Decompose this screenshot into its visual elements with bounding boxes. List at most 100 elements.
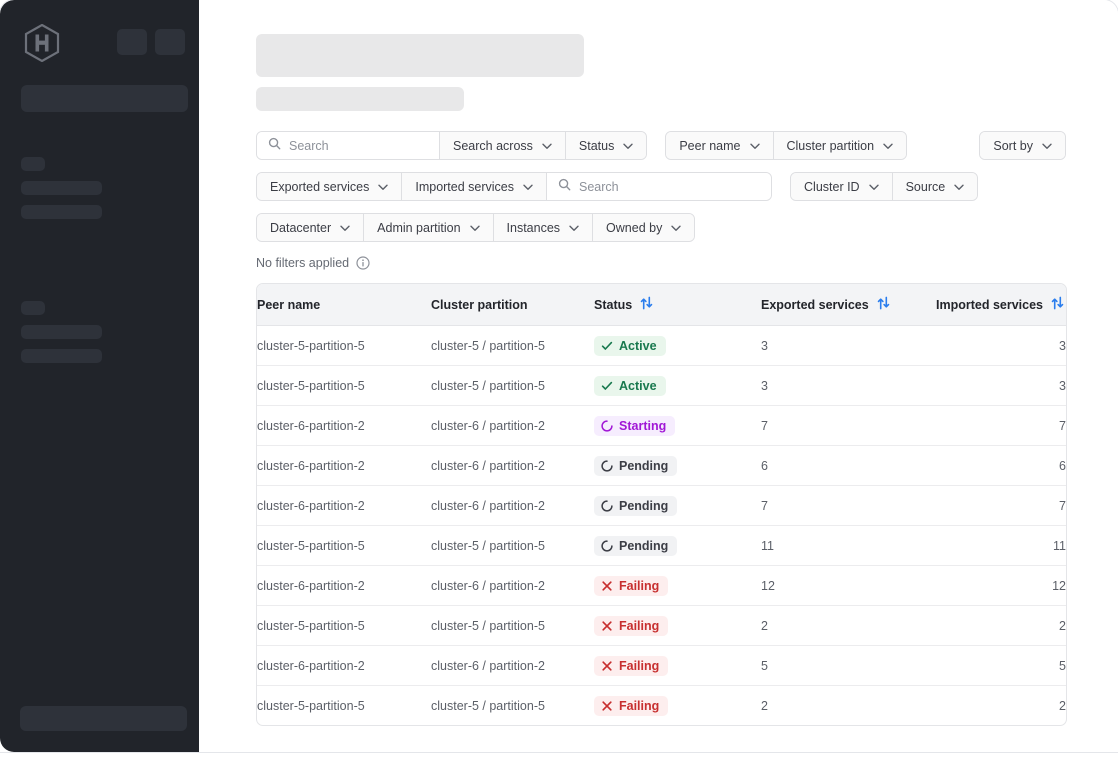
table-row[interactable]: cluster-5-partition-5 cluster-5 / partiti… (257, 525, 1066, 566)
chevron-down-icon (623, 139, 634, 153)
cluster-id-filter-dropdown[interactable]: Cluster ID (791, 173, 893, 200)
chevron-down-icon (523, 180, 533, 194)
search-across-dropdown[interactable]: Search across (440, 132, 566, 159)
sort-icon[interactable] (877, 296, 890, 313)
table-row[interactable]: cluster-5-partition-5 cluster-5 / partiti… (257, 605, 1066, 646)
instances-filter-dropdown[interactable]: Instances (493, 214, 594, 241)
cell-imported-services: 2 (936, 686, 1066, 726)
status-badge: Failing (594, 655, 669, 676)
cell-peer-name: cluster-5-partition-5 (257, 325, 431, 366)
admin-partition-filter-dropdown[interactable]: Admin partition (364, 214, 494, 241)
cell-status: Pending (594, 485, 761, 526)
column-header-status[interactable]: Status (594, 284, 761, 326)
chevron-down-icon (954, 180, 964, 194)
cell-cluster-partition: cluster-5 / partition-5 (431, 605, 594, 646)
column-label-imported-services: Imported services (936, 297, 1043, 312)
cell-status: Failing (594, 605, 761, 646)
table-row[interactable]: cluster-5-partition-5 cluster-5 / partiti… (257, 325, 1066, 366)
sort-by-dropdown[interactable]: Sort by (980, 132, 1065, 159)
cell-imported-services: 2 (936, 605, 1066, 646)
source-filter-dropdown[interactable]: Source (892, 173, 978, 200)
cell-exported-services: 7 (761, 485, 936, 526)
peer-name-filter-dropdown[interactable]: Peer name (666, 132, 774, 159)
services-search-field[interactable] (547, 173, 772, 200)
sidebar-skeleton-row-a2[interactable] (21, 205, 102, 219)
exported-services-filter-dropdown[interactable]: Exported services (257, 173, 403, 200)
sidebar-skeleton-row-b2[interactable] (21, 349, 102, 363)
cluster-partition-value: cluster-5 / partition-5 (431, 618, 545, 633)
exported-services-value: 7 (761, 498, 768, 513)
sidebar-skeleton-row-b1[interactable] (21, 325, 102, 339)
chevron-down-icon (469, 221, 480, 235)
sidebar-skeleton-footer[interactable] (20, 706, 187, 731)
status-badge: Active (594, 335, 666, 356)
cell-imported-services: 3 (936, 365, 1066, 406)
filter-row-3: Datacenter Admin partition Instances Own… (256, 213, 1066, 242)
status-badge: Failing (594, 615, 669, 636)
imported-services-filter-dropdown[interactable]: Imported services (402, 173, 548, 200)
imported-services-value: 3 (1059, 338, 1066, 353)
table-row[interactable]: cluster-5-partition-5 cluster-5 / partiti… (257, 365, 1066, 406)
sort-icon[interactable] (1051, 296, 1064, 313)
info-circle-icon[interactable] (356, 256, 370, 270)
exported-services-value: 3 (761, 338, 768, 353)
status-badge: Active (594, 375, 666, 396)
sidebar (0, 0, 199, 752)
hashicorp-logo-icon[interactable] (24, 23, 60, 63)
table-row[interactable]: cluster-6-partition-2 cluster-6 / partiti… (257, 445, 1066, 486)
filter-group-peer: Peer name Cluster partition (665, 131, 908, 160)
sidebar-skeleton-chip-1[interactable] (117, 29, 147, 55)
cell-peer-name: cluster-5-partition-5 (257, 686, 431, 726)
cluster-partition-value: cluster-5 / partition-5 (431, 378, 545, 393)
chevron-down-icon (1042, 139, 1052, 153)
peers-table: Peer name Cluster partition Status Expor… (257, 284, 1066, 725)
cell-imported-services: 12 (936, 565, 1066, 606)
cell-status: Pending (594, 525, 761, 566)
status-filter-label: Status (578, 138, 615, 153)
owned-by-filter-dropdown[interactable]: Owned by (593, 214, 695, 241)
cell-status: Active (594, 325, 761, 366)
search-field[interactable] (257, 132, 440, 159)
cell-status: Failing (594, 565, 761, 606)
exported-services-value: 2 (761, 698, 768, 713)
column-header-imported-services[interactable]: Imported services (936, 284, 1066, 326)
cell-cluster-partition: cluster-5 / partition-5 (431, 525, 594, 566)
table-row[interactable]: cluster-6-partition-2 cluster-6 / partiti… (257, 565, 1066, 606)
search-input[interactable] (289, 138, 428, 153)
cell-peer-name: cluster-6-partition-2 (257, 405, 431, 446)
datacenter-filter-dropdown[interactable]: Datacenter (257, 214, 365, 241)
sort-icon[interactable] (640, 296, 653, 313)
cell-peer-name: cluster-5-partition-5 (257, 525, 431, 566)
chevron-down-icon (542, 139, 552, 153)
cluster-partition-value: cluster-5 / partition-5 (431, 338, 545, 353)
cell-status: Failing (594, 686, 761, 726)
column-header-peer-name: Peer name (257, 284, 431, 326)
cluster-partition-filter-dropdown[interactable]: Cluster partition (773, 132, 907, 159)
sidebar-skeleton-search[interactable] (21, 85, 188, 112)
imported-services-value: 6 (1059, 458, 1066, 473)
cell-peer-name: cluster-5-partition-5 (257, 365, 431, 406)
table-row[interactable]: cluster-5-partition-5 cluster-5 / partiti… (257, 686, 1066, 726)
cell-exported-services: 3 (761, 365, 936, 406)
sidebar-skeleton-row-a1[interactable] (21, 181, 102, 195)
services-search-input[interactable] (579, 179, 761, 194)
exported-services-filter-label: Exported services (270, 179, 370, 194)
filter-group-services: Exported services Imported services (256, 172, 773, 201)
peer-name-value: cluster-6-partition-2 (257, 578, 365, 593)
column-label-cluster-partition: Cluster partition (431, 297, 528, 312)
table-row[interactable]: cluster-6-partition-2 cluster-6 / partiti… (257, 405, 1066, 446)
table-row[interactable]: cluster-6-partition-2 cluster-6 / partiti… (257, 645, 1066, 686)
sidebar-skeleton-chip-2[interactable] (155, 29, 185, 55)
search-icon (268, 137, 281, 155)
starting-status-icon (601, 419, 613, 432)
status-label: Pending (619, 538, 669, 553)
column-header-exported-services[interactable]: Exported services (761, 284, 936, 326)
column-label-exported-services: Exported services (761, 297, 869, 312)
peer-name-value: cluster-5-partition-5 (257, 338, 365, 353)
table-row[interactable]: cluster-6-partition-2 cluster-6 / partiti… (257, 485, 1066, 526)
status-filter-dropdown[interactable]: Status (565, 132, 647, 159)
cell-exported-services: 11 (761, 525, 936, 566)
cell-exported-services: 12 (761, 565, 936, 606)
status-label: Starting (619, 418, 667, 433)
status-label: Failing (619, 578, 660, 593)
